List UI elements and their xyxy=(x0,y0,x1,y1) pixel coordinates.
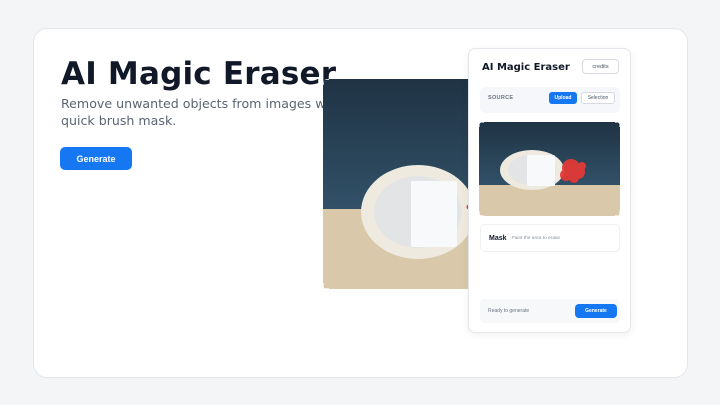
selection-button[interactable]: Selection xyxy=(581,92,615,104)
source-label: SOURCE xyxy=(488,95,514,101)
mask-section[interactable]: Mask Paint the area to erase xyxy=(480,224,620,252)
hero-card: AI Magic Eraser Remove unwanted objects … xyxy=(33,28,688,378)
source-toolbar: SOURCE Upload Selection xyxy=(480,87,620,113)
panel-footer: Ready to generate Generate xyxy=(480,299,620,323)
mask-label: Mask xyxy=(489,234,507,242)
hero-generate-button[interactable]: Generate xyxy=(60,147,132,170)
status-text: Ready to generate xyxy=(488,308,530,314)
paper-object xyxy=(411,181,457,247)
panel-generate-button[interactable]: Generate xyxy=(575,304,617,318)
page-subtitle: Remove unwanted objects from images with… xyxy=(61,96,354,128)
source-image-canvas[interactable] xyxy=(479,122,620,216)
panel-table xyxy=(479,185,620,216)
panel-paper-object xyxy=(527,155,555,186)
upload-button[interactable]: Upload xyxy=(549,92,577,104)
panel-title: AI Magic Eraser xyxy=(482,62,570,73)
mask-hint: Paint the area to erase xyxy=(511,235,561,241)
credits-button[interactable]: credits xyxy=(582,59,619,74)
panel-preview-scene xyxy=(479,122,620,216)
editor-panel: AI Magic Eraser credits SOURCE Upload Se… xyxy=(468,48,631,333)
page-title: AI Magic Eraser xyxy=(61,56,337,92)
